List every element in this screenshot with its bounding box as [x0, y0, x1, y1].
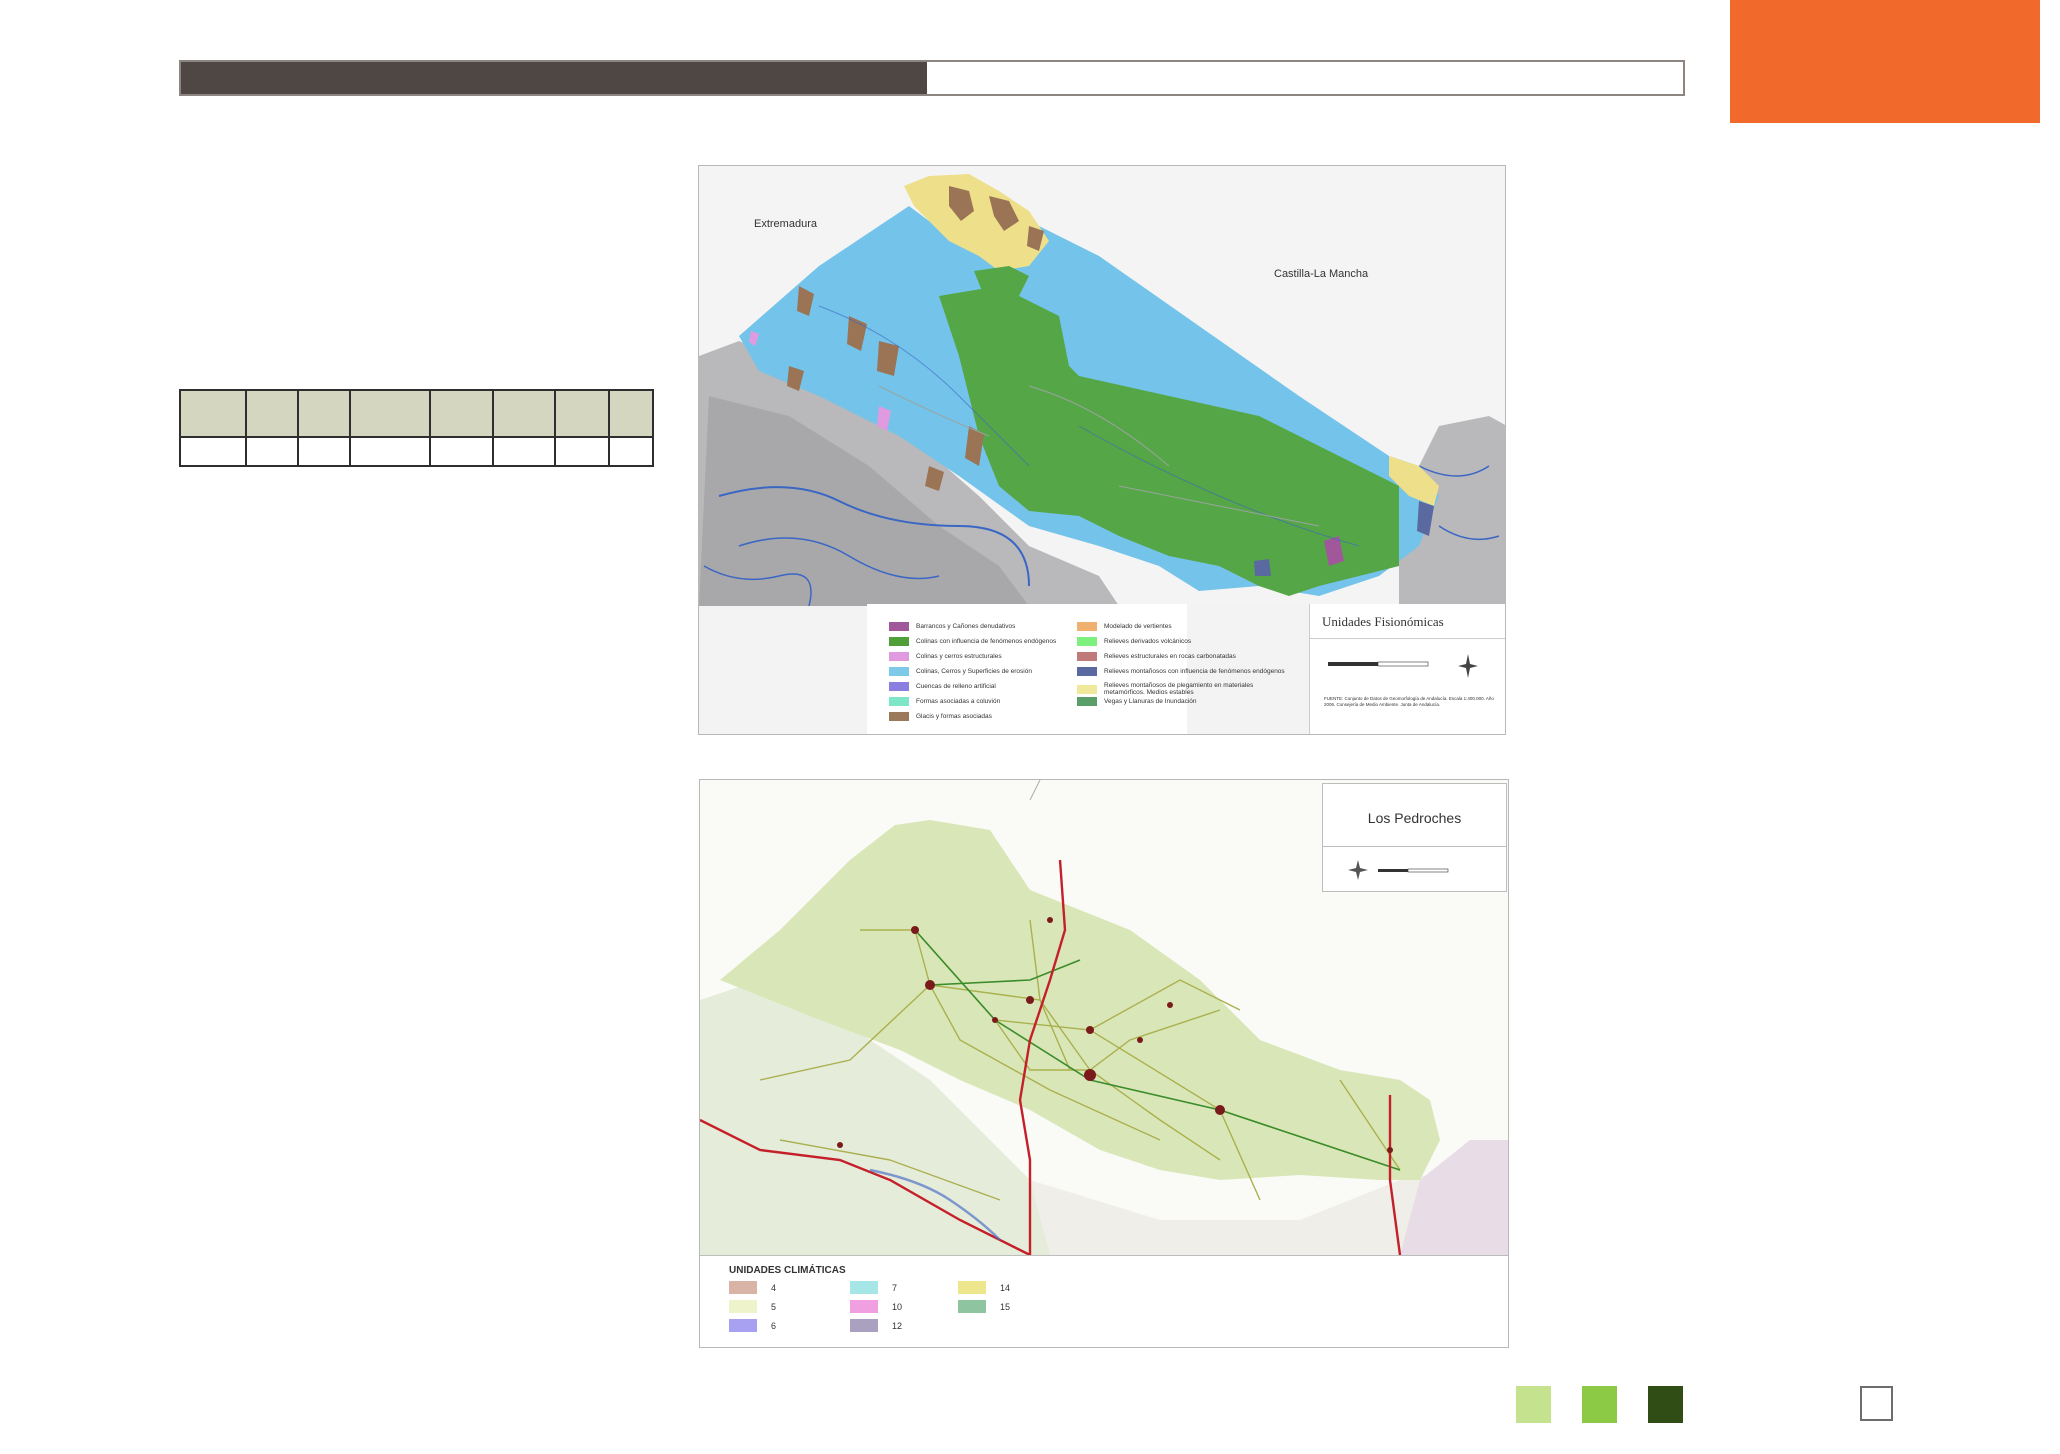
legend-label: 12 — [892, 1320, 903, 1331]
legend-swatch — [1077, 622, 1097, 631]
legend-label: Colinas con influencia de fenómenos endó… — [916, 638, 1057, 645]
scale-bar-and-north-arrow — [1328, 654, 1478, 678]
table-cell — [608, 436, 654, 467]
legend-swatch — [889, 697, 909, 706]
legend-swatch — [889, 712, 909, 721]
orange-corner-tab — [1730, 0, 2040, 123]
legend-item: Colinas y cerros estructurales — [889, 652, 1002, 661]
footer-swatch-light-green — [1516, 1386, 1551, 1423]
legend-label: 14 — [1000, 1282, 1011, 1293]
table-header-cell — [245, 389, 299, 438]
table-cell — [554, 436, 610, 467]
table-cell — [179, 436, 247, 467]
legend-swatch — [889, 637, 909, 646]
legend-swatch — [889, 682, 909, 691]
region-label-extremadura: Extremadura — [754, 218, 817, 230]
legend-swatch — [1077, 637, 1097, 646]
legend-swatch — [958, 1281, 986, 1294]
header-bar — [179, 60, 1685, 96]
table-header-row — [179, 389, 654, 438]
legend-item: Cuencas de relleno artificial — [889, 682, 996, 691]
legend-swatch — [889, 652, 909, 661]
table-header-cell — [554, 389, 610, 438]
table-header-cell — [179, 389, 247, 438]
climatic-title-box: Los Pedroches — [1322, 783, 1507, 892]
legend-swatch — [958, 1300, 986, 1313]
legend-label: Barrancos y Cañones denudativos — [916, 623, 1016, 630]
legend-label: 10 — [892, 1301, 903, 1312]
table-cell — [297, 436, 351, 467]
climatic-units-map: Los Pedroches UNIDADES CLIMÁTICAS 4 7 14 5 1… — [699, 779, 1509, 1348]
page-number-box — [1860, 1386, 1893, 1421]
climatic-scale-bar — [1348, 860, 1449, 880]
legend-item: 4 — [729, 1281, 776, 1294]
climatic-legend-title: UNIDADES CLIMÁTICAS — [729, 1265, 846, 1276]
table-header-cell — [429, 389, 494, 438]
legend-label: 6 — [771, 1320, 777, 1331]
table-cell — [429, 436, 494, 467]
legend-item: Formas asociadas a coluvión — [889, 697, 1000, 706]
legend-swatch — [729, 1300, 757, 1313]
legend-item: 12 — [850, 1319, 902, 1332]
table-header-cell — [492, 389, 556, 438]
legend-swatch — [729, 1281, 757, 1294]
table-row — [179, 436, 654, 467]
legend-swatch — [1077, 667, 1097, 676]
legend-item: 6 — [729, 1319, 776, 1332]
legend-swatch — [889, 667, 909, 676]
header-bar-fill — [181, 62, 927, 94]
table-header-cell — [608, 389, 654, 438]
legend-item: 7 — [850, 1281, 897, 1294]
table-header-cell — [297, 389, 351, 438]
legend-label: 5 — [771, 1301, 777, 1312]
legend-swatch — [850, 1319, 878, 1332]
legend-item: Colinas con influencia de fenómenos endó… — [889, 637, 1056, 646]
region-label-castilla-la-mancha: Castilla-La Mancha — [1274, 268, 1369, 280]
footer-swatch-dark-green — [1648, 1386, 1683, 1423]
legend-item: 14 — [958, 1281, 1010, 1294]
physiognomic-legend: Barrancos y Cañones denudativos Colinas c… — [867, 604, 1285, 734]
legend-swatch — [1077, 652, 1097, 661]
legend-item: 15 — [958, 1300, 1010, 1313]
legend-label: Formas asociadas a coluvión — [916, 698, 1001, 705]
legend-label: Colinas, Cerros y Superficies de erosión — [916, 668, 1032, 675]
footer-swatch-green — [1582, 1386, 1617, 1423]
physiognomic-title-box: Unidades Fisionómicas FUENTE: Conjunto d… — [1309, 604, 1505, 734]
legend-swatch — [850, 1300, 878, 1313]
table-header-cell — [349, 389, 431, 438]
legend-item: 10 — [850, 1300, 902, 1313]
table-cell — [492, 436, 556, 467]
data-table — [179, 389, 654, 467]
legend-label: 7 — [892, 1282, 898, 1293]
legend-item: Glacis y formas asociadas — [889, 712, 992, 721]
legend-swatch — [850, 1281, 878, 1294]
legend-label: Colinas y cerros estructurales — [916, 653, 1002, 660]
legend-swatch — [1077, 697, 1097, 706]
climatic-legend: UNIDADES CLIMÁTICAS 4 7 14 5 10 15 6 12 — [700, 1255, 1508, 1347]
legend-label: 4 — [771, 1282, 777, 1293]
legend-item: 5 — [729, 1300, 776, 1313]
table-cell — [245, 436, 299, 467]
physiognomic-legend-title: Unidades Fisionómicas — [1322, 614, 1444, 629]
legend-item: Colinas, Cerros y Superficies de erosión — [889, 667, 1032, 676]
legend-swatch — [1077, 684, 1097, 694]
legend-label: Glacis y formas asociadas — [916, 713, 992, 720]
legend-label: Cuencas de relleno artificial — [916, 683, 996, 690]
legend-item: Barrancos y Cañones denudativos — [889, 622, 1015, 631]
legend-label: 15 — [1000, 1301, 1011, 1312]
physiognomic-source-note: FUENTE: Conjunto de Datos de Geomorfolog… — [1324, 696, 1494, 707]
legend-swatch — [729, 1319, 757, 1332]
legend-swatch — [889, 622, 909, 631]
table-cell — [349, 436, 431, 467]
climatic-map-title: Los Pedroches — [1367, 810, 1462, 826]
physiognomic-units-map: Extremadura Castilla-La Mancha Barrancos… — [698, 165, 1506, 735]
